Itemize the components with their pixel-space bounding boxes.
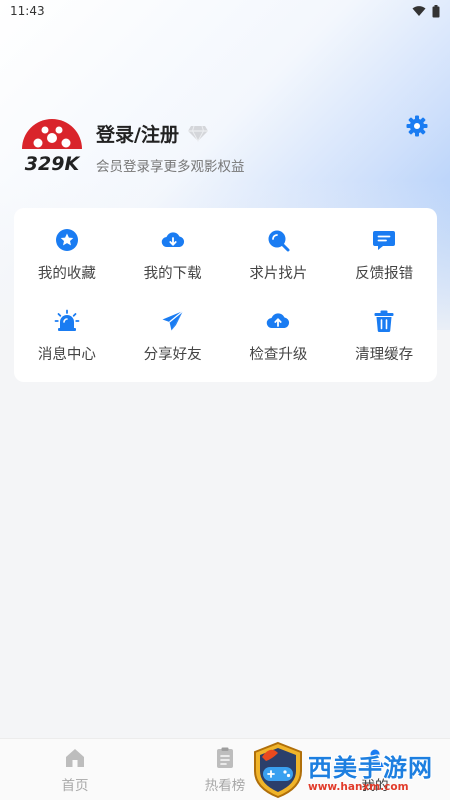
logo-text: 329K (25, 153, 81, 175)
status-time: 11:43 (10, 4, 45, 18)
menu-item-label: 我的收藏 (37, 265, 96, 282)
settings-gear-icon[interactable] (405, 114, 429, 138)
menu-item-request-movie[interactable]: 求片找片 (226, 214, 332, 295)
cloud-upload-icon (267, 312, 290, 328)
tab-label: 首页 (61, 777, 89, 794)
status-icons (412, 4, 440, 18)
menu-item-favorites[interactable]: 我的收藏 (14, 214, 120, 295)
menu-item-label: 检查升级 (249, 346, 308, 363)
feature-menu-card: 我的收藏 我的下载 求片找片 反馈报错 消息中心 分享好友 检查升级 清理缓存 (14, 208, 437, 382)
star-badge-icon (55, 228, 78, 251)
tab-label: 热看榜 (204, 777, 246, 794)
login-register-link[interactable]: 登录/注册 (96, 120, 179, 147)
search-icon (268, 230, 290, 251)
gamepad-shield-logo-icon (254, 741, 302, 799)
menu-item-feedback[interactable]: 反馈报错 (331, 214, 437, 295)
menu-item-clear-cache[interactable]: 清理缓存 (331, 295, 437, 376)
wifi-icon (412, 6, 426, 16)
feedback-message-icon (373, 230, 396, 250)
menu-item-share[interactable]: 分享好友 (120, 295, 226, 376)
menu-item-check-update[interactable]: 检查升级 (226, 295, 332, 376)
watermark-overlay: 西美手游网 www.hanxm.com (252, 740, 450, 800)
cloud-download-icon (161, 231, 184, 247)
menu-item-downloads[interactable]: 我的下载 (120, 214, 226, 295)
profile-section[interactable]: 329K 登录/注册 会员登录享更多观影权益 (16, 112, 436, 182)
vip-diamond-icon (187, 125, 208, 142)
menu-item-label: 我的下载 (143, 265, 202, 282)
trash-icon (374, 310, 394, 332)
paper-plane-icon (162, 310, 184, 330)
clipboard-icon (217, 747, 233, 768)
menu-item-label: 分享好友 (143, 346, 202, 363)
menu-item-label: 求片找片 (249, 265, 308, 282)
tab-home[interactable]: 首页 (0, 739, 150, 800)
app-logo[interactable]: 329K (16, 116, 88, 178)
profile-text: 登录/注册 会员登录享更多观影权益 (96, 120, 245, 175)
menu-item-messages[interactable]: 消息中心 (14, 295, 120, 376)
menu-item-label: 消息中心 (37, 346, 96, 363)
menu-item-label: 清理缓存 (355, 346, 414, 363)
watermark-title: 西美手游网 (308, 753, 433, 782)
home-icon (66, 748, 84, 767)
alarm-light-icon (54, 309, 80, 331)
login-row: 登录/注册 (96, 120, 245, 147)
battery-icon (432, 4, 440, 17)
watermark-url: www.hanxm.com (308, 780, 409, 793)
menu-item-label: 反馈报错 (355, 265, 414, 282)
status-bar: 11:43 (0, 0, 450, 22)
film-reel-logo-icon: 329K (22, 119, 82, 175)
member-subtitle: 会员登录享更多观影权益 (96, 158, 245, 175)
